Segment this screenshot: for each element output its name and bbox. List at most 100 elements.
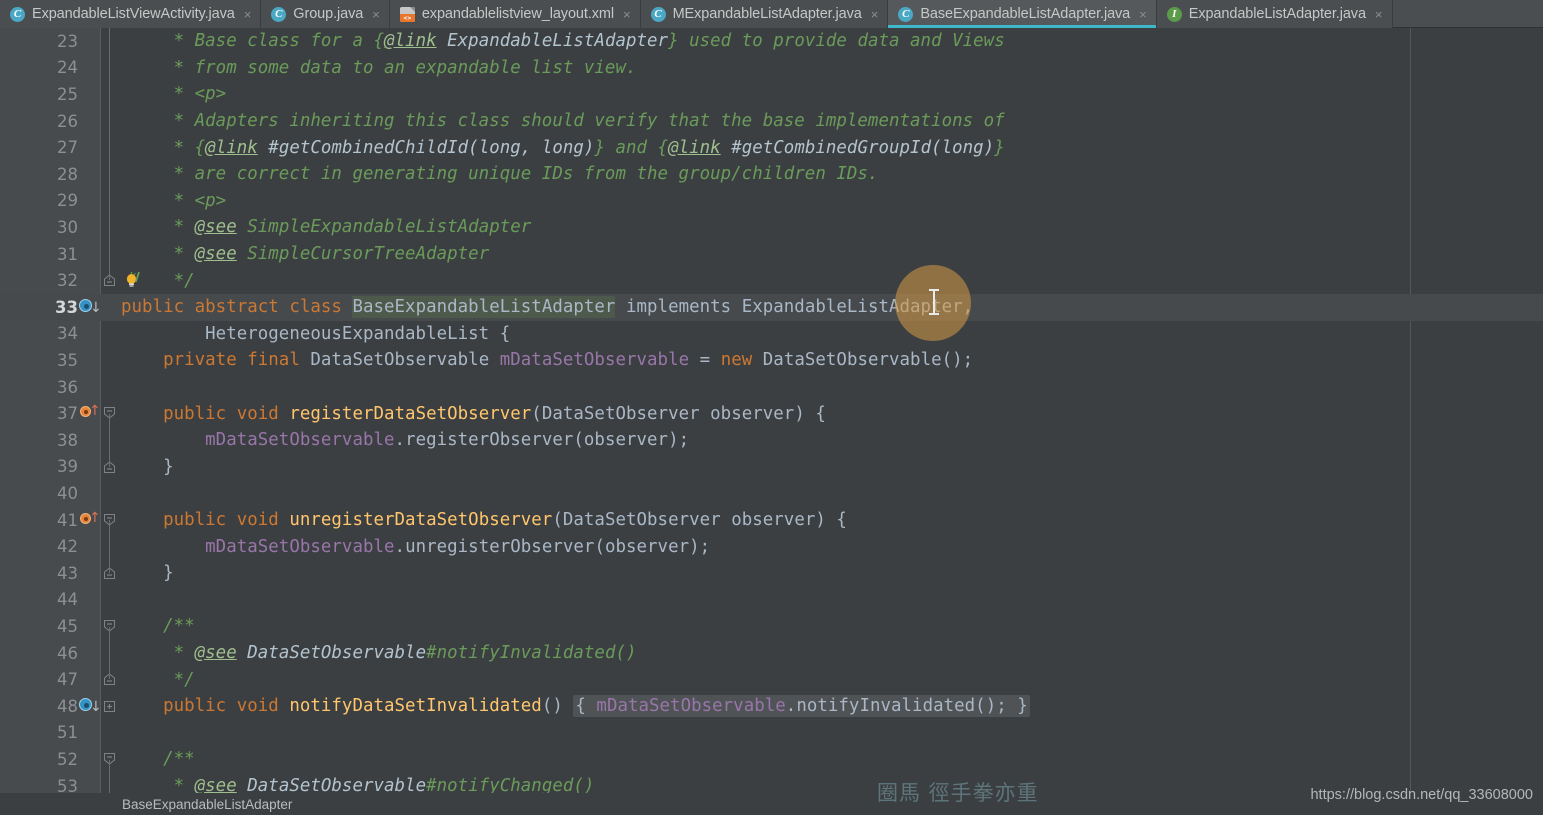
line-number[interactable]: 40 bbox=[0, 484, 78, 503]
code-text[interactable]: /** bbox=[119, 616, 1543, 636]
gutter-marker-cell[interactable]: ↑ bbox=[78, 507, 101, 534]
code-text[interactable]: * Base class for a {@link ExpandableList… bbox=[119, 31, 1543, 51]
code-line-36[interactable]: 36 bbox=[0, 374, 1543, 401]
code-line-32[interactable]: 32 */ bbox=[0, 267, 1543, 294]
tab-close-icon[interactable]: × bbox=[244, 8, 252, 21]
code-folding-cell[interactable] bbox=[101, 453, 119, 481]
gutter-marker-cell[interactable] bbox=[78, 108, 101, 135]
code-line-48[interactable]: 48 ↓ public void notifyDataSetInvalidated… bbox=[0, 693, 1543, 720]
gutter-marker-cell[interactable] bbox=[78, 746, 101, 773]
gutter-marker-cell[interactable] bbox=[78, 321, 101, 348]
gutter-marker-cell[interactable] bbox=[78, 666, 101, 693]
code-text[interactable]: public abstract class BaseExpandableList… bbox=[119, 296, 1543, 319]
code-line-47[interactable]: 47 */ bbox=[0, 666, 1543, 693]
gutter-marker-cell[interactable] bbox=[78, 374, 101, 401]
line-number[interactable]: 35 bbox=[0, 351, 78, 370]
code-folding-cell[interactable] bbox=[101, 54, 119, 82]
line-number[interactable]: 27 bbox=[0, 138, 78, 157]
code-folding-cell[interactable] bbox=[101, 533, 119, 560]
code-folding-cell[interactable] bbox=[101, 666, 119, 693]
code-folding-cell[interactable] bbox=[101, 427, 119, 454]
gutter-marker-cell[interactable]: ↑ bbox=[78, 400, 101, 427]
code-text[interactable]: HeterogeneousExpandableList { bbox=[119, 324, 1543, 344]
editor-tab-expandablelistview_layout-xml[interactable]: expandablelistview_layout.xml × bbox=[389, 0, 641, 28]
line-number[interactable]: 32 bbox=[0, 271, 78, 290]
code-text[interactable]: */ bbox=[119, 670, 1543, 690]
gutter-marker-cell[interactable] bbox=[78, 773, 101, 793]
code-folding-cell[interactable] bbox=[101, 374, 119, 401]
code-folding-cell[interactable] bbox=[101, 321, 119, 348]
gutter-marker-cell[interactable] bbox=[78, 188, 101, 215]
code-folding-cell[interactable] bbox=[101, 214, 119, 241]
code-line-39[interactable]: 39 } bbox=[0, 453, 1543, 481]
line-number[interactable]: 30 bbox=[0, 218, 78, 237]
line-number[interactable]: 53 bbox=[0, 777, 78, 793]
gutter-marker-cell[interactable] bbox=[78, 613, 101, 640]
intention-lightbulb-icon[interactable] bbox=[123, 270, 143, 290]
code-folding-cell[interactable] bbox=[101, 772, 119, 793]
code-text[interactable]: * @see DataSetObservable#notifyChanged() bbox=[119, 776, 1543, 793]
tab-close-icon[interactable]: × bbox=[1375, 8, 1383, 21]
code-text[interactable]: mDataSetObservable.unregisterObserver(ob… bbox=[119, 537, 1543, 557]
code-line-40[interactable]: 40 bbox=[0, 480, 1543, 507]
line-number[interactable]: 23 bbox=[0, 32, 78, 51]
gutter-marker-cell[interactable] bbox=[78, 533, 101, 560]
gutter-marker-cell[interactable] bbox=[78, 28, 101, 55]
code-line-52[interactable]: 52 /** bbox=[0, 746, 1543, 773]
code-folding-cell[interactable] bbox=[101, 81, 119, 108]
line-number[interactable]: 33 bbox=[0, 298, 78, 317]
code-text[interactable]: } bbox=[119, 563, 1543, 583]
line-number[interactable]: 25 bbox=[0, 85, 78, 104]
overriding-method-icon[interactable]: ↑ bbox=[80, 510, 101, 527]
gutter-marker-cell[interactable] bbox=[78, 161, 101, 188]
code-folding-cell[interactable] bbox=[101, 587, 119, 614]
code-line-44[interactable]: 44 bbox=[0, 587, 1543, 614]
code-folding-cell[interactable] bbox=[101, 161, 119, 188]
line-number[interactable]: 45 bbox=[0, 617, 78, 636]
code-text[interactable]: * <p> bbox=[119, 191, 1543, 211]
code-line-46[interactable]: 46 * @see DataSetObservable#notifyInvali… bbox=[0, 639, 1543, 667]
code-line-35[interactable]: 35 private final DataSetObservable mData… bbox=[0, 347, 1543, 374]
implemented-method-icon[interactable]: ↓ bbox=[79, 698, 102, 714]
gutter-marker-cell[interactable] bbox=[78, 587, 101, 614]
line-number[interactable]: 46 bbox=[0, 644, 78, 663]
code-line-34[interactable]: 34 HeterogeneousExpandableList { bbox=[0, 321, 1543, 348]
gutter-marker-cell[interactable] bbox=[78, 81, 101, 108]
code-folding-cell[interactable] bbox=[101, 107, 119, 135]
line-number[interactable]: 37 bbox=[0, 404, 78, 423]
tab-close-icon[interactable]: × bbox=[1139, 8, 1147, 21]
gutter-marker-cell[interactable] bbox=[78, 134, 101, 161]
code-line-41[interactable]: 41 ↑ public void unregisterDataSetObserve… bbox=[0, 507, 1543, 534]
code-text[interactable]: public void notifyDataSetInvalidated() {… bbox=[119, 695, 1543, 718]
overriding-method-icon[interactable]: ↑ bbox=[80, 403, 101, 420]
code-text[interactable]: } bbox=[119, 457, 1543, 477]
code-folding-cell[interactable] bbox=[101, 480, 119, 507]
code-text[interactable]: mDataSetObservable.registerObserver(obse… bbox=[119, 430, 1543, 450]
code-folding-cell[interactable] bbox=[101, 746, 119, 773]
code-folding-cell[interactable] bbox=[101, 400, 119, 427]
code-folding-cell[interactable] bbox=[101, 187, 119, 215]
editor-tab-expandablelistviewactivity-java[interactable]: C ExpandableListViewActivity.java × bbox=[0, 0, 262, 28]
gutter-marker-cell[interactable] bbox=[78, 55, 101, 82]
code-editor[interactable]: 23 * Base class for a {@link ExpandableL… bbox=[0, 28, 1543, 793]
code-text[interactable]: /** bbox=[119, 749, 1543, 769]
gutter-marker-cell[interactable] bbox=[78, 214, 101, 241]
code-text[interactable]: */ bbox=[119, 271, 1543, 291]
code-line-28[interactable]: 28 * are correct in generating unique ID… bbox=[0, 161, 1543, 188]
gutter-marker-cell[interactable]: ↓ bbox=[78, 693, 102, 720]
fold-toggle-plus-icon[interactable] bbox=[103, 700, 116, 713]
line-number[interactable]: 31 bbox=[0, 245, 78, 264]
implemented-method-icon[interactable]: ↓ bbox=[79, 299, 102, 315]
code-folding-cell[interactable] bbox=[101, 347, 119, 374]
code-line-31[interactable]: 31 * @see SimpleCursorTreeAdapter bbox=[0, 240, 1543, 268]
code-line-25[interactable]: 25 * <p> bbox=[0, 81, 1543, 108]
code-text[interactable]: * Adapters inheriting this class should … bbox=[119, 111, 1543, 131]
code-text[interactable]: * are correct in generating unique IDs f… bbox=[119, 164, 1543, 184]
code-folding-cell[interactable] bbox=[101, 720, 119, 747]
line-number[interactable]: 29 bbox=[0, 191, 78, 210]
editor-tab-expandablelistadapter-java[interactable]: I ExpandableListAdapter.java × bbox=[1156, 0, 1393, 28]
code-folding-cell[interactable] bbox=[101, 639, 119, 667]
code-text[interactable]: * @see SimpleCursorTreeAdapter bbox=[119, 244, 1543, 264]
code-text[interactable]: private final DataSetObservable mDataSet… bbox=[119, 350, 1543, 370]
line-number[interactable]: 28 bbox=[0, 165, 78, 184]
